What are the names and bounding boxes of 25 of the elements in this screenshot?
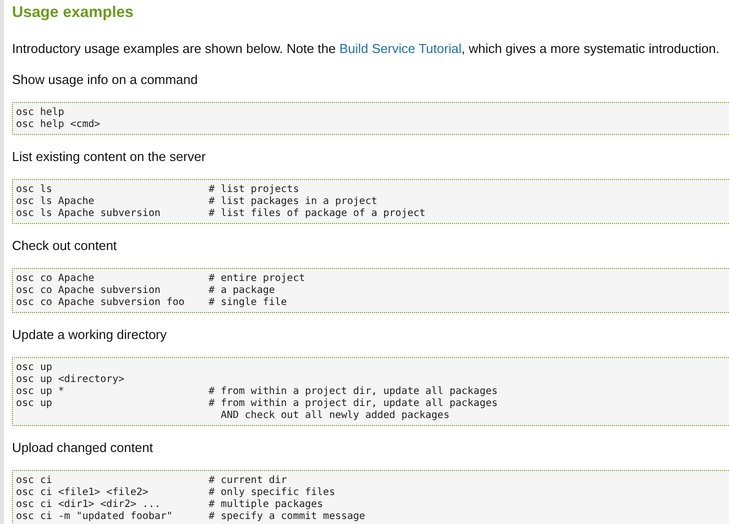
code-line: osc ci <dir1> <dir2> ... # multiple packages	[16, 499, 324, 511]
example-title: Update a working directory	[12, 326, 168, 344]
example-title: Check out content	[12, 237, 118, 255]
code-line: osc ci -m "updated foobar" # specify a commit message	[16, 511, 366, 523]
code-line: osc help <cmd>	[16, 119, 102, 131]
code-line: osc ci <file1> <file2> # only specific files	[16, 487, 336, 499]
code-line: osc ci # current dir	[16, 475, 288, 487]
code-line: osc ls # list projects	[16, 184, 300, 196]
code-line: osc up # from within a project dir, update all packages	[16, 398, 499, 410]
intro-paragraph: Introductory usage examples are shown below. Note the Build Service Tutorial, which gives a more systematic introduction.	[12, 40, 720, 58]
tutorial-link[interactable]: Build Service Tutorial	[339, 41, 462, 56]
code-line: AND check out all newly added packages	[220, 410, 450, 422]
example-title: List existing content on the server	[12, 148, 207, 166]
code-line: osc co Apache # entire project	[16, 273, 306, 285]
code-line: osc up <directory>	[16, 374, 126, 386]
section-heading: Usage examples	[12, 3, 134, 23]
code-line: osc co Apache subversion # a package	[16, 285, 276, 297]
code-line: osc ls Apache # list packages in a project	[16, 196, 378, 208]
code-line: osc up	[16, 362, 54, 374]
example-title: Show usage info on a command	[12, 71, 199, 89]
code-line: osc help	[16, 107, 66, 119]
code-line: osc co Apache subversion foo # single file	[16, 297, 288, 309]
example-title: Upload changed content	[12, 439, 154, 457]
code-line: osc up * # from within a project dir, update all packages	[16, 386, 499, 398]
code-line: osc ls Apache subversion # list files of package of a project	[16, 208, 426, 220]
